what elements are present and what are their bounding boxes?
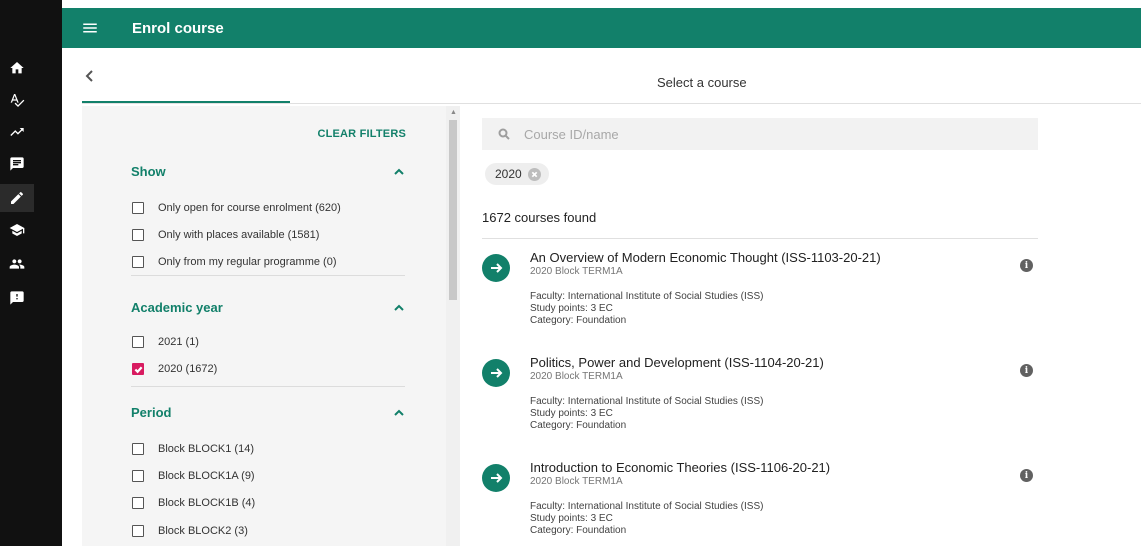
course-category: Category: Foundation [530,315,627,326]
chip-remove-icon[interactable] [527,167,541,181]
course-faculty: Faculty: International Institute of Soci… [530,501,764,512]
course-title[interactable]: Politics, Power and Development (ISS-110… [530,355,824,370]
check-icon [134,365,142,373]
checkbox-label: Block BLOCK1B (4) [158,497,256,509]
filter-option-year-2021[interactable]: 2021 (1) [132,336,199,348]
course-meta: Faculty: International Institute of Soci… [530,501,763,537]
course-list-panel: 2020 1672 courses found An Overview of M… [460,106,1141,546]
filter-section-academic-year[interactable]: Academic year [131,300,405,315]
filter-option-block1a[interactable]: Block BLOCK1A (9) [132,470,255,482]
app-bar: Enrol course [62,8,1141,48]
checkbox-label: 2021 (1) [158,336,199,348]
school-icon[interactable] [0,216,34,244]
filter-section-label: Academic year [131,300,223,315]
filter-option-block1[interactable]: Block BLOCK1 (14) [132,443,254,455]
course-subtitle: 2020 Block TERM1A [530,476,623,487]
course-study-points: Study points: 3 EC [530,408,613,419]
course-subtitle: 2020 Block TERM1A [530,266,623,277]
checkbox[interactable] [132,336,144,348]
search-icon [498,128,510,140]
divider [482,238,1038,239]
scrollbar-thumb[interactable] [449,120,457,300]
search-bar [482,118,1038,150]
filter-option-places-available[interactable]: Only with places available (1581) [132,229,319,241]
course-title[interactable]: An Overview of Modern Economic Thought (… [530,250,881,265]
course-faculty: Faculty: International Institute of Soci… [530,291,764,302]
group-icon[interactable] [0,250,34,278]
filter-option-block2[interactable]: Block BLOCK2 (3) [132,525,248,537]
message-icon[interactable] [0,150,34,178]
home-icon[interactable] [0,54,34,82]
info-icon[interactable]: i [1020,469,1033,482]
info-icon[interactable]: i [1020,259,1033,272]
trending-icon[interactable] [0,118,34,146]
course-meta: Faculty: International Institute of Soci… [530,396,763,432]
menu-icon[interactable] [62,8,118,48]
course-meta: Faculty: International Institute of Soci… [530,291,763,327]
divider [131,386,405,387]
clear-filters-button[interactable]: CLEAR FILTERS [317,128,406,140]
checkbox[interactable] [132,229,144,241]
filter-option-regular-programme[interactable]: Only from my regular programme (0) [132,256,337,268]
filters-panel: CLEAR FILTERS Show Only open for course … [82,106,446,546]
search-input[interactable] [524,126,1004,142]
arrow-right-icon[interactable] [482,464,510,492]
filter-section-label: Period [131,405,172,420]
checkbox-label: Block BLOCK1A (9) [158,470,255,482]
checkbox-label: Block BLOCK2 (3) [158,525,248,537]
arrow-right-icon[interactable] [482,359,510,387]
checkbox-label: 2020 (1672) [158,363,218,375]
filter-section-show[interactable]: Show [131,164,405,179]
back-icon[interactable] [82,66,98,86]
nav-rail [0,0,62,546]
course-study-points: Study points: 3 EC [530,303,613,314]
course-faculty: Faculty: International Institute of Soci… [530,396,764,407]
course-title[interactable]: Introduction to Economic Theories (ISS-1… [530,460,830,475]
spellcheck-icon[interactable] [0,86,34,114]
sub-header: Select a course [82,48,1141,104]
tab-indicator [82,101,290,103]
chevron-up-icon [394,304,404,311]
filter-section-label: Show [131,164,166,179]
sub-header-title: Select a course [657,75,747,90]
checkbox[interactable] [132,470,144,482]
edit-icon[interactable] [0,184,34,212]
checkbox[interactable] [132,525,144,537]
divider [131,275,405,276]
course-category: Category: Foundation [530,420,627,431]
checkbox[interactable] [132,443,144,455]
filter-option-open-enrolment[interactable]: Only open for course enrolment (620) [132,202,341,214]
checkbox[interactable] [132,497,144,509]
checkbox-label: Only open for course enrolment (620) [158,202,341,214]
scroll-up-icon[interactable]: ▲ [450,109,457,116]
course-study-points: Study points: 3 EC [530,513,613,524]
checkbox[interactable] [132,256,144,268]
course-category: Category: Foundation [530,525,627,536]
checkbox[interactable] [132,202,144,214]
feedback-icon[interactable] [0,284,34,312]
chevron-up-icon [394,409,404,416]
checkbox-label: Only with places available (1581) [158,229,320,241]
filter-chip: 2020 [485,163,549,185]
course-subtitle: 2020 Block TERM1A [530,371,623,382]
checkbox-checked[interactable] [132,363,144,375]
chevron-up-icon [394,168,404,175]
info-icon[interactable]: i [1020,364,1033,377]
filter-option-year-2020[interactable]: 2020 (1672) [132,363,217,375]
filters-scrollbar[interactable]: ▲ [446,106,460,546]
checkbox-label: Only from my regular programme (0) [158,256,337,268]
checkbox-label: Block BLOCK1 (14) [158,443,254,455]
filter-section-period[interactable]: Period [131,405,405,420]
arrow-right-icon[interactable] [482,254,510,282]
filter-option-block1b[interactable]: Block BLOCK1B (4) [132,497,255,509]
page-title: Enrol course [132,19,224,37]
results-count: 1672 courses found [482,210,597,225]
chip-label: 2020 [495,167,522,181]
